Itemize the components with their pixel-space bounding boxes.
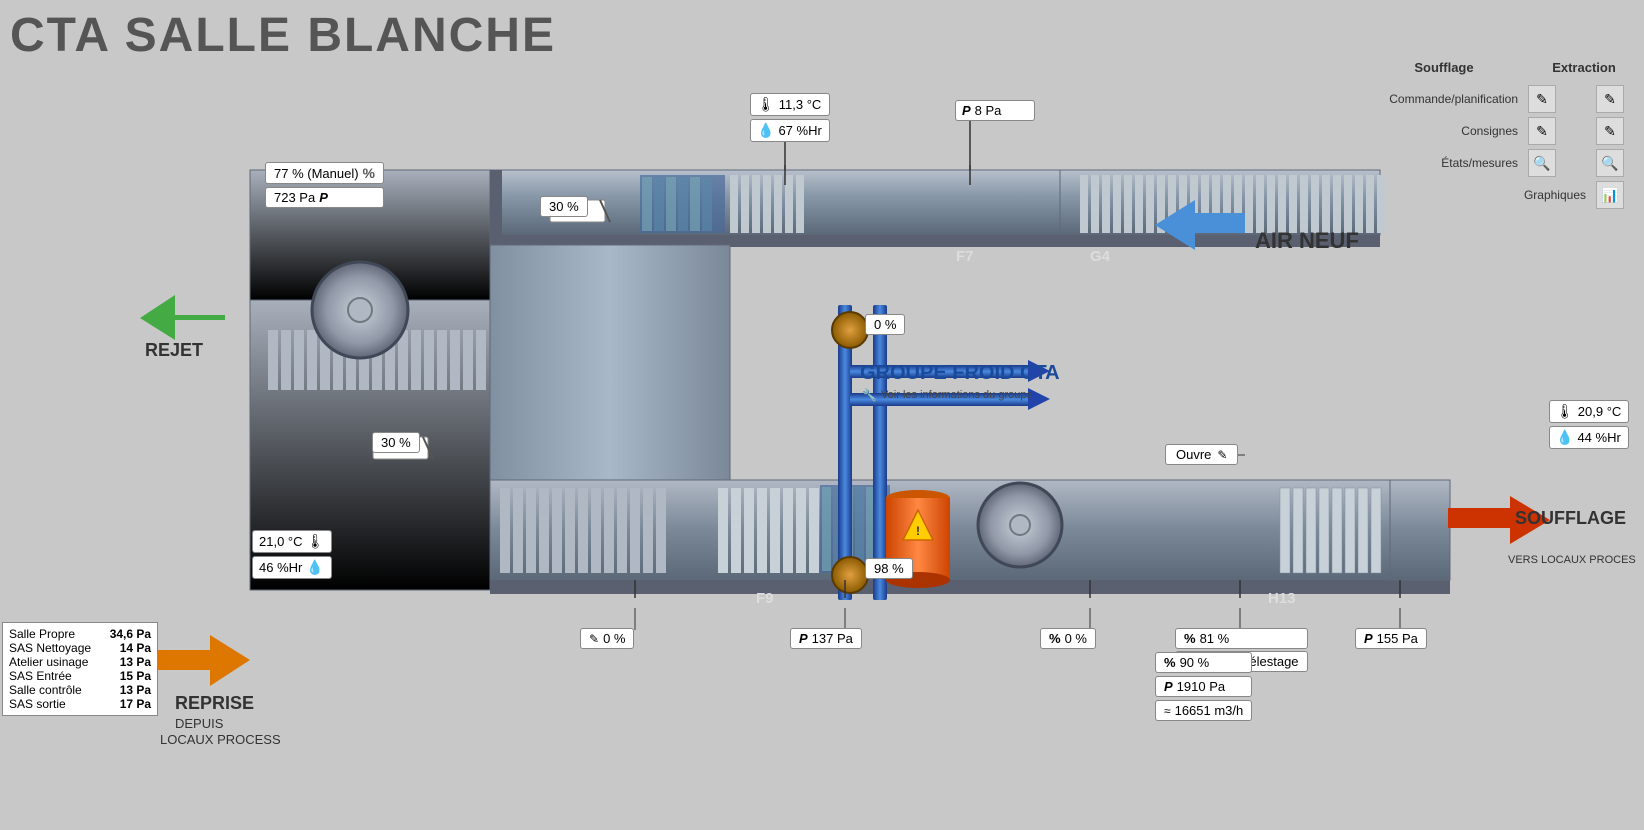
table-row: SAS Entrée 15 Pa: [9, 669, 151, 683]
soufflage-temp-box[interactable]: 🌡 20,9 °C: [1549, 400, 1629, 423]
load-group: % 90 % P 1910 Pa ≈ 16651 m3/h: [1155, 652, 1252, 721]
panel-row-etats: États/mesures 🔍 🔍: [1358, 149, 1624, 177]
table-row: SAS sortie 17 Pa: [9, 697, 151, 711]
g4-label: G4: [1090, 248, 1110, 265]
load-pct-box[interactable]: % 90 %: [1155, 652, 1252, 673]
edit-icon: ✎: [1217, 448, 1227, 462]
f7-label: F7: [956, 248, 974, 265]
h13-pa-box[interactable]: P 155 Pa: [1355, 628, 1427, 649]
h13-p-icon: P: [1364, 631, 1373, 646]
consignes-soufflage-btn[interactable]: ✎: [1528, 117, 1556, 145]
etats-extraction-btn[interactable]: 🔍: [1596, 149, 1624, 177]
bottom-filter-pct-box[interactable]: ✎ 0 %: [580, 628, 634, 649]
bottom-filter-pct-group: ✎ 0 %: [580, 628, 634, 649]
fan-pct-box[interactable]: 77 % (Manuel) %: [265, 162, 384, 184]
reprise-thermo-icon: 🌡: [307, 533, 325, 550]
load-m3h-box[interactable]: ≈ 16651 m3/h: [1155, 700, 1252, 721]
h13-pct-box[interactable]: % 81 %: [1175, 628, 1308, 649]
damper2-group: 30 %: [372, 432, 420, 453]
panel-headers: Soufflage Extraction: [1358, 60, 1624, 75]
h13-pa-group: P 155 Pa: [1355, 628, 1427, 649]
p137-icon: P: [799, 631, 808, 646]
panel-row-graphiques: Graphiques 📊: [1358, 181, 1624, 209]
pressure-icon: P: [962, 103, 971, 118]
top-sensors: 🌡 11,3 °C 💧 67 %Hr: [750, 93, 830, 142]
p137-box[interactable]: P 137 Pa: [790, 628, 862, 649]
h13-label: H13: [1268, 590, 1296, 607]
slash-icon: ✎: [589, 632, 599, 646]
graphiques-label: Graphiques: [1426, 188, 1586, 202]
soufflage-sub: VERS LOCAUX PROCES: [1508, 554, 1636, 566]
motor-pct-box[interactable]: % 0 %: [1040, 628, 1096, 649]
fan-pa-box[interactable]: 723 Pa P: [265, 187, 384, 208]
load-pa-box[interactable]: P 1910 Pa: [1155, 676, 1252, 697]
table-row: Salle contrôle 13 Pa: [9, 683, 151, 697]
thermometer-icon: 🌡: [757, 96, 775, 113]
reprise-hum-box[interactable]: 46 %Hr 💧: [252, 556, 332, 579]
pct-symbol-icon: %: [1049, 631, 1061, 646]
air-neuf-label: AIR NEUF: [1255, 228, 1359, 254]
percent-icon: %: [363, 165, 375, 181]
rejet-label: REJET: [145, 340, 203, 361]
load-pct-icon: %: [1164, 655, 1176, 670]
consignes-extraction-btn[interactable]: ✎: [1596, 117, 1624, 145]
reprise-sensors: 21,0 °C 🌡 46 %Hr 💧: [252, 530, 332, 579]
f9-label: F9: [756, 590, 774, 607]
reprise-sub2: LOCAUX PROCESS: [160, 732, 281, 747]
etats-label: États/mesures: [1358, 156, 1518, 170]
ouvre-button[interactable]: Ouvre ✎: [1165, 444, 1238, 465]
pressure-table: Salle Propre 34,6 Pa SAS Nettoyage 14 Pa…: [2, 622, 158, 716]
panel-row-consignes: Consignes ✎ ✎: [1358, 117, 1624, 145]
valve2-pct-box[interactable]: 98 %: [865, 558, 913, 579]
table-row: Atelier usinage 13 Pa: [9, 655, 151, 669]
reprise-sub1: DEPUIS: [175, 716, 223, 731]
reprise-drop-icon: 💧: [306, 559, 323, 576]
fan-controls: 77 % (Manuel) % 723 Pa P: [265, 162, 384, 208]
etats-soufflage-btn[interactable]: 🔍: [1528, 149, 1556, 177]
table-row: Salle Propre 34,6 Pa: [9, 627, 151, 641]
commande-extraction-btn[interactable]: ✎: [1596, 85, 1624, 113]
h13-pct-icon: %: [1184, 631, 1196, 646]
motor-pct-group: % 0 %: [1040, 628, 1096, 649]
soufflage-sensors: 🌡 20,9 °C 💧 44 %Hr: [1549, 400, 1629, 449]
consignes-label: Consignes: [1358, 124, 1518, 138]
reprise-temp-box[interactable]: 21,0 °C 🌡: [252, 530, 332, 553]
soufflage-drop-icon: 💧: [1556, 429, 1573, 446]
graphiques-soufflage-btn[interactable]: 📊: [1596, 181, 1624, 209]
pressure-p-icon: P: [319, 190, 328, 205]
page-title: CTA SALLE BLANCHE: [10, 8, 556, 63]
flow-icon: ≈: [1164, 704, 1171, 718]
top-hum-box[interactable]: 💧 67 %Hr: [750, 119, 830, 142]
reprise-label: REPRISE: [175, 693, 254, 714]
valve1-pct-box[interactable]: 0 %: [865, 314, 905, 335]
damper2-pct-box[interactable]: 30 %: [372, 432, 420, 453]
humidity-icon: 💧: [757, 122, 774, 139]
commande-label: Commande/planification: [1358, 92, 1518, 106]
sas-entree-label: SAS Entrée: [9, 669, 72, 683]
soufflage-header: Soufflage: [1404, 60, 1484, 75]
damper1-pct-box[interactable]: 30 %: [540, 196, 588, 217]
p137-group: P 137 Pa: [790, 628, 862, 649]
svg-text:!: !: [916, 524, 920, 538]
top-temp-box[interactable]: 🌡 11,3 °C: [750, 93, 830, 116]
soufflage-label: SOUFFLAGE: [1515, 508, 1626, 529]
valve2-group: 98 %: [865, 558, 913, 579]
valve1-group: 0 %: [865, 314, 905, 335]
load-p-icon: P: [1164, 679, 1173, 694]
control-panel: Soufflage Extraction Commande/planificat…: [1358, 60, 1624, 209]
damper1-group: 30 %: [540, 196, 588, 217]
top-pressure-box: P 8 Pa: [955, 100, 1035, 121]
soufflage-hum-box[interactable]: 💧 44 %Hr: [1549, 426, 1629, 449]
commande-soufflage-btn[interactable]: ✎: [1528, 85, 1556, 113]
groupe-froid-sub[interactable]: 🔧 Voir les informations du groupe: [862, 388, 1033, 402]
soufflage-thermo-icon: 🌡: [1556, 403, 1574, 420]
groupe-froid-label: GROUPE FROID CTA: [860, 362, 1060, 385]
table-row: SAS Nettoyage 14 Pa: [9, 641, 151, 655]
panel-row-commande: Commande/planification ✎ ✎: [1358, 85, 1624, 113]
extraction-header: Extraction: [1544, 60, 1624, 75]
